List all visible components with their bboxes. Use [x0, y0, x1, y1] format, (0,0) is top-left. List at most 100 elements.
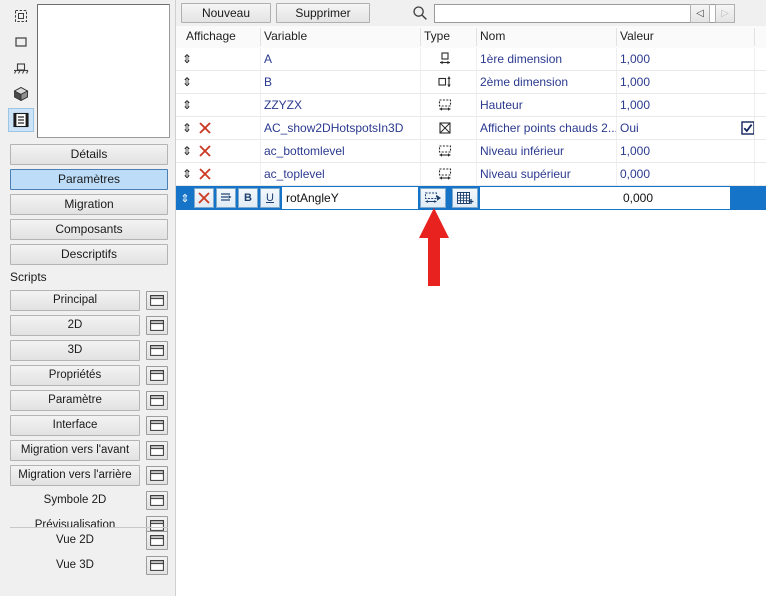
previous-match-button[interactable]: ◁	[690, 4, 710, 23]
rectangle-tool-icon[interactable]	[8, 30, 34, 54]
tab-descriptifs[interactable]: Descriptifs	[10, 244, 168, 265]
open-window-icon-proprietes[interactable]	[146, 366, 168, 385]
depth-dimension-icon[interactable]	[424, 71, 466, 93]
column-divider-3[interactable]	[476, 28, 477, 46]
row-sort-handle[interactable]: ⇕	[178, 187, 192, 209]
script-button-2d[interactable]: 2D	[10, 315, 140, 336]
table-row[interactable]: ⇕ ac_toplevel Niveau supérieur 0,000	[176, 163, 766, 186]
tab-details[interactable]: Détails	[10, 144, 168, 165]
row-variable-name[interactable]: AC_show2DHotspotsIn3D	[264, 117, 424, 139]
row-variable-name[interactable]: ac_toplevel	[264, 163, 424, 185]
script-button-principal[interactable]: Principal	[10, 290, 140, 311]
row-locked-x-icon[interactable]	[196, 140, 214, 162]
row-sort-handle[interactable]: ⇕	[180, 71, 194, 93]
row-display-name[interactable]: Afficher points chauds 2...	[480, 117, 620, 139]
delete-parameter-button[interactable]: Supprimer	[276, 3, 370, 23]
row-boolean-checkbox[interactable]	[736, 117, 760, 139]
variable-name-input[interactable]: rotAngleY	[282, 187, 418, 209]
row-variable-name[interactable]: A	[264, 48, 424, 70]
open-window-icon-2d[interactable]	[146, 316, 168, 335]
new-parameter-button[interactable]: Nouveau	[181, 3, 271, 23]
row-display-name[interactable]: Niveau inférieur	[480, 140, 620, 162]
tab-composants[interactable]: Composants	[10, 219, 168, 240]
length-icon[interactable]	[424, 140, 466, 162]
table-row[interactable]: ⇕ B 2ème dimension 1,000	[176, 71, 766, 94]
script-button-migration-arriere[interactable]: Migration vers l'arrière	[10, 465, 140, 486]
row-sort-handle[interactable]: ⇕	[180, 140, 194, 162]
anchor-tool-icon[interactable]	[8, 56, 34, 80]
row-sort-handle[interactable]: ⇕	[180, 117, 194, 139]
table-row[interactable]: ⇕ ac_bottomlevel Niveau inférieur 1,000	[176, 140, 766, 163]
table-row[interactable]: ⇕ A 1ère dimension 1,000	[176, 48, 766, 71]
open-window-icon-vue-3d[interactable]	[146, 556, 168, 575]
display-name-input[interactable]	[480, 187, 620, 209]
column-header-affichage[interactable]: Affichage	[186, 29, 236, 43]
table-row[interactable]: ⇕ ZZYZX Hauteur 1,000	[176, 94, 766, 117]
length-icon[interactable]	[424, 163, 466, 185]
open-window-icon-interface[interactable]	[146, 416, 168, 435]
open-window-icon-migration-arriere[interactable]	[146, 466, 168, 485]
open-window-icon-migration-avant[interactable]	[146, 441, 168, 460]
row-variable-name[interactable]: ZZYZX	[264, 94, 424, 116]
table-row-selected[interactable]: ⇕ B U rotAngleY 0,000	[176, 186, 766, 210]
row-variable-name[interactable]: ac_bottomlevel	[264, 140, 424, 162]
selection-tool-icon[interactable]	[8, 4, 34, 28]
open-window-icon-symbole-2d[interactable]	[146, 491, 168, 510]
row-sort-handle[interactable]: ⇕	[180, 48, 194, 70]
add-list-icon[interactable]	[452, 188, 478, 208]
parameters-list-icon[interactable]	[8, 108, 34, 132]
value-input[interactable]: 0,000	[620, 187, 730, 209]
row-display-name[interactable]: Niveau supérieur	[480, 163, 620, 185]
open-window-icon-parametre[interactable]	[146, 391, 168, 410]
row-value[interactable]: 1,000	[620, 140, 730, 162]
row-display-name[interactable]: 2ème dimension	[480, 71, 620, 93]
row-locked-x-icon[interactable]	[196, 163, 214, 185]
scrollbar-corner	[754, 0, 766, 26]
open-window-icon-3d[interactable]	[146, 341, 168, 360]
row-display-name[interactable]: 1ère dimension	[480, 48, 620, 70]
row-sort-handle[interactable]: ⇕	[180, 163, 194, 185]
row-value[interactable]: 1,000	[620, 94, 730, 116]
indent-arrow-icon[interactable]	[216, 188, 236, 208]
boolean-icon[interactable]	[424, 117, 466, 139]
cube-3d-icon[interactable]	[8, 82, 34, 106]
column-divider-4[interactable]	[616, 28, 617, 46]
tab-migration[interactable]: Migration	[10, 194, 168, 215]
column-header-type[interactable]: Type	[424, 29, 450, 43]
script-button-symbole-2d[interactable]: Symbole 2D	[10, 490, 140, 511]
table-row[interactable]: ⇕ AC_show2DHotspotsIn3D Afficher points	[176, 117, 766, 140]
column-divider-1[interactable]	[260, 28, 261, 46]
script-button-parametre[interactable]: Paramètre	[10, 390, 140, 411]
underline-toggle-button[interactable]: U	[260, 188, 280, 208]
column-header-variable[interactable]: Variable	[264, 29, 307, 43]
open-window-icon-principal[interactable]	[146, 291, 168, 310]
object-preview-pane[interactable]	[37, 4, 170, 138]
length-icon[interactable]	[420, 188, 446, 208]
column-divider-5[interactable]	[754, 28, 755, 46]
view-button-3d[interactable]: Vue 3D	[10, 555, 140, 576]
script-button-migration-avant[interactable]: Migration vers l'avant	[10, 440, 140, 461]
row-display-name[interactable]: Hauteur	[480, 94, 620, 116]
tab-parametres[interactable]: Paramètres	[10, 169, 168, 190]
column-header-nom[interactable]: Nom	[480, 29, 505, 43]
row-value[interactable]: 1,000	[620, 48, 730, 70]
script-button-interface[interactable]: Interface	[10, 415, 140, 436]
row-locked-x-icon[interactable]	[196, 117, 214, 139]
width-dimension-icon[interactable]	[424, 48, 466, 70]
column-divider-2[interactable]	[420, 28, 421, 46]
row-variable-name[interactable]: B	[264, 71, 424, 93]
row-value[interactable]: 1,000	[620, 71, 730, 93]
view-button-2d[interactable]: Vue 2D	[10, 530, 140, 551]
bold-toggle-button[interactable]: B	[238, 188, 258, 208]
script-button-proprietes[interactable]: Propriétés	[10, 365, 140, 386]
row-value[interactable]: 0,000	[620, 163, 730, 185]
open-window-icon-vue-2d[interactable]	[146, 531, 168, 550]
search-input[interactable]	[434, 4, 716, 23]
delete-x-icon[interactable]	[194, 188, 214, 208]
column-header-valeur[interactable]: Valeur	[620, 29, 654, 43]
row-value[interactable]: Oui	[620, 117, 730, 139]
row-sort-handle[interactable]: ⇕	[180, 94, 194, 116]
next-match-button[interactable]: ▷	[715, 4, 735, 23]
script-button-3d[interactable]: 3D	[10, 340, 140, 361]
length-icon[interactable]	[424, 94, 466, 116]
